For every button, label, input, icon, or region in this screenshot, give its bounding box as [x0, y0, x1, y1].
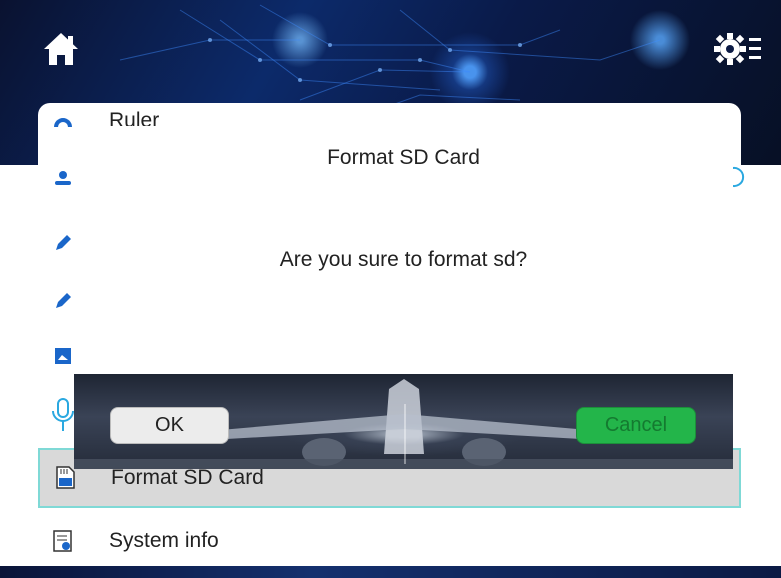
system-info-icon: [50, 528, 76, 554]
microphone-icon: [50, 398, 76, 431]
home-button[interactable]: [38, 26, 84, 72]
settings-menu-icon: [714, 33, 761, 65]
ruler-icon: [50, 108, 76, 134]
user-icon: [50, 165, 76, 191]
dialog-footer: OK Cancel: [74, 374, 733, 469]
cancel-button[interactable]: Cancel: [576, 407, 696, 444]
format-sd-dialog: Format SD Card Are you sure to format sd…: [74, 126, 733, 469]
ok-button[interactable]: OK: [110, 407, 229, 444]
dialog-title: Format SD Card: [327, 146, 480, 169]
pen-icon: [50, 230, 76, 256]
settings-menu-button[interactable]: [712, 26, 764, 72]
menu-item-system-info[interactable]: System info: [38, 511, 741, 571]
pencil-icon: [50, 288, 76, 314]
home-icon: [44, 33, 78, 65]
menu-item-label: System info: [109, 529, 219, 552]
bottom-banner: [0, 566, 781, 578]
dialog-message: Are you sure to format sd?: [279, 248, 528, 271]
image-icon: [50, 343, 76, 369]
menu-item-label: Format SD Card: [111, 466, 264, 489]
